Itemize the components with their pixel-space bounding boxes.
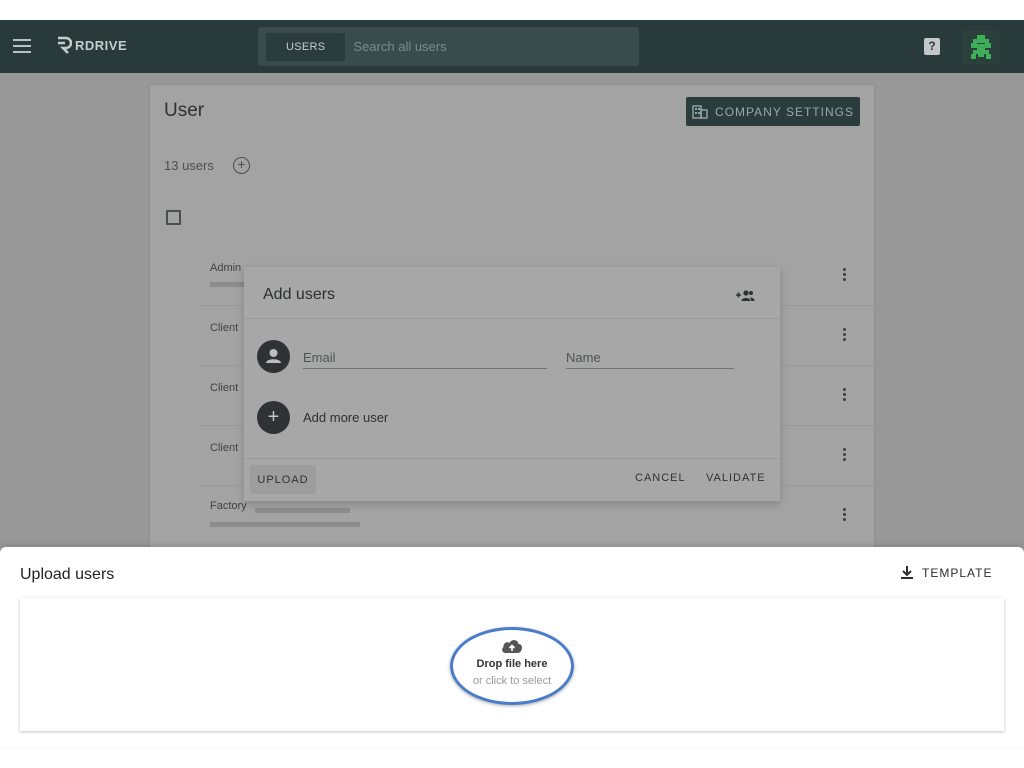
more-vert-icon[interactable] bbox=[843, 448, 847, 462]
search-box: USERS bbox=[258, 27, 639, 66]
dialog-divider bbox=[244, 318, 780, 319]
drop-subtitle: or click to select bbox=[472, 675, 552, 687]
more-vert-icon[interactable] bbox=[843, 328, 847, 342]
dialog-divider bbox=[244, 458, 780, 459]
cloud-upload-icon bbox=[502, 640, 523, 653]
dropzone-content: Drop file here or click to select bbox=[20, 638, 1004, 687]
help-icon[interactable]: ? bbox=[924, 38, 940, 55]
row-name: Factory bbox=[210, 500, 247, 512]
add-icon[interactable]: + bbox=[257, 401, 290, 434]
search-scope-button[interactable]: USERS bbox=[266, 32, 346, 61]
row-name: Client bbox=[210, 322, 239, 334]
row-name: Admin bbox=[210, 262, 242, 274]
upload-button[interactable]: UPLOAD bbox=[250, 465, 316, 494]
app-bar: RDRIVE USERS ? bbox=[0, 20, 1024, 73]
row-name: Client bbox=[210, 382, 239, 394]
logo-text: RDRIVE bbox=[75, 37, 128, 53]
cancel-button[interactable]: CANCEL bbox=[635, 472, 686, 484]
business-icon bbox=[692, 104, 708, 119]
more-vert-icon[interactable] bbox=[843, 508, 847, 522]
more-vert-icon[interactable] bbox=[843, 388, 847, 402]
sheet-title: Upload users bbox=[20, 566, 115, 583]
more-vert-icon[interactable] bbox=[843, 268, 847, 282]
template-button[interactable]: TEMPLATE bbox=[900, 565, 992, 580]
row-name: Client bbox=[210, 442, 239, 454]
upload-users-sheet: Upload users TEMPLATE Drop file here or … bbox=[0, 547, 1024, 747]
company-settings-label: COMPANY SETTINGS bbox=[715, 104, 854, 119]
validate-button[interactable]: VALIDATE bbox=[706, 472, 766, 484]
download-icon bbox=[901, 566, 913, 579]
name-field[interactable] bbox=[566, 347, 734, 369]
email-field[interactable] bbox=[303, 347, 547, 369]
dialog-title: Add users bbox=[263, 286, 336, 303]
add-users-dialog: Add users + Add more user UPLOAD CANCEL … bbox=[244, 267, 780, 501]
row-email-placeholder bbox=[210, 522, 360, 527]
person-icon bbox=[257, 340, 290, 373]
row-name-placeholder bbox=[255, 508, 350, 513]
group-add-icon[interactable] bbox=[735, 289, 755, 303]
user-count: 13 users bbox=[164, 158, 214, 173]
file-dropzone[interactable]: Drop file here or click to select bbox=[20, 598, 1004, 731]
add-more-user-button[interactable]: Add more user bbox=[303, 410, 388, 425]
template-label: TEMPLATE bbox=[922, 565, 993, 580]
search-input[interactable] bbox=[353, 32, 639, 61]
page-title: User bbox=[164, 100, 205, 121]
company-settings-button[interactable]: COMPANY SETTINGS bbox=[686, 97, 860, 126]
logo-icon bbox=[58, 36, 72, 54]
menu-icon[interactable] bbox=[13, 39, 31, 53]
add-circle-icon[interactable]: + bbox=[233, 157, 250, 174]
select-all-checkbox[interactable] bbox=[166, 210, 181, 225]
screen: RDRIVE USERS ? bbox=[0, 0, 1024, 768]
avatar-icon[interactable] bbox=[962, 30, 1000, 64]
logo[interactable]: RDRIVE bbox=[56, 36, 127, 54]
drop-title: Drop file here bbox=[476, 658, 548, 670]
